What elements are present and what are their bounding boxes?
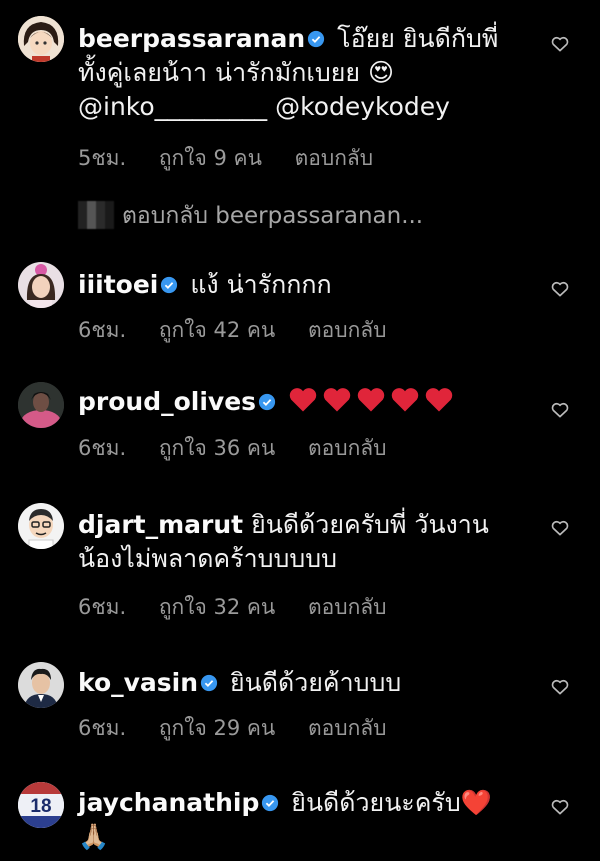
comment-time: 6ชม. [78, 318, 127, 342]
like-heart-icon[interactable] [550, 797, 570, 817]
view-replies-link[interactable]: ตอบกลับ beerpassaranan... [78, 198, 423, 234]
like-heart-icon[interactable] [550, 518, 570, 538]
comment-body: แง้ น่ารักกกก [190, 270, 332, 299]
reply-button[interactable]: ตอบกลับ [308, 436, 387, 460]
likes-count[interactable]: ถูกใจ 9 คน [159, 146, 262, 170]
like-heart-icon[interactable] [550, 34, 570, 54]
comment-mentions[interactable]: @inko_________ @kodeykodey [78, 92, 450, 121]
likes-count[interactable]: ถูกใจ 42 คน [159, 318, 275, 342]
red-heart-icon [289, 388, 317, 412]
avatar[interactable] [18, 662, 64, 708]
like-heart-icon[interactable] [550, 677, 570, 697]
comment-body: ยินดีด้วยค้าบบบ [230, 668, 402, 697]
red-heart-icon [391, 388, 419, 412]
likes-count[interactable]: ถูกใจ 29 คน [159, 716, 275, 740]
comment-body: ยินดีด้วยนะครับ❤️ [291, 788, 492, 817]
comment-text: beerpassaranan โอ๊ยย ยินดีกับพี่ ทั้งคู่… [78, 22, 536, 124]
blurred-avatar [78, 201, 114, 229]
anime-girl-avatar-icon [18, 16, 64, 62]
avatar[interactable] [18, 16, 64, 62]
comment-meta: 6ชม. ถูกใจ 42 คน ตอบกลับ [78, 314, 412, 347]
comment-time: 6ชม. [78, 436, 127, 460]
woman-pink-avatar-icon [18, 382, 64, 428]
avatar[interactable] [18, 503, 64, 549]
reply-button[interactable]: ตอบกลับ [308, 595, 387, 619]
username[interactable]: proud_olives [78, 387, 256, 416]
username[interactable]: ko_vasin [78, 668, 198, 697]
username[interactable]: jaychanathip [78, 788, 259, 817]
red-heart-icon [323, 388, 351, 412]
jersey-18-avatar-icon: 18 [18, 782, 64, 828]
red-heart-icon [357, 388, 385, 412]
man-avatar-icon [18, 662, 64, 708]
comment-time: 5ชม. [78, 146, 127, 170]
verified-badge-icon [200, 674, 218, 692]
comment-time: 6ชม. [78, 595, 127, 619]
comment-meta: 6ชม. ถูกใจ 36 คน ตอบกลับ [78, 432, 412, 465]
avatar[interactable] [18, 382, 64, 428]
comment-body-line2: ทั้งคู่เลยน้าา น่ารักมักเบยย 😍 [78, 58, 395, 87]
avatar[interactable]: 18 [18, 782, 64, 828]
verified-badge-icon [262, 794, 279, 812]
comment-text: ko_vasin ยินดีด้วยค้าบบบ [78, 666, 536, 700]
reply-button[interactable]: ตอบกลับ [308, 716, 387, 740]
red-heart-icon [425, 388, 453, 412]
cartoon-man-avatar-icon [18, 503, 64, 549]
comment-body-line2: น้องไม่พลาดคร้าบบบบบ [78, 544, 337, 573]
comment-meta: 6ชม. ถูกใจ 32 คน ตอบกลับ [78, 591, 412, 624]
verified-badge-icon [308, 30, 325, 48]
likes-count[interactable]: ถูกใจ 36 คน [159, 436, 275, 460]
woman-avatar-icon [18, 262, 64, 308]
jersey-number: 18 [30, 796, 51, 817]
comment-body-line2: 🙏🏼 [78, 822, 110, 851]
comment-meta: 5ชม. ถูกใจ 9 คน ตอบกลับ [78, 142, 399, 175]
comment-text: jaychanathip ยินดีด้วยนะครับ❤️ 🙏🏼 [78, 786, 536, 854]
comment-text: iiitoei แง้ น่ารักกกก [78, 268, 536, 302]
username[interactable]: djart_marut [78, 510, 243, 539]
comment-meta: 6ชม. ถูกใจ 29 คน ตอบกลับ [78, 712, 412, 745]
username[interactable]: iiitoei [78, 270, 158, 299]
comment-text: proud_olives [78, 385, 536, 419]
like-heart-icon[interactable] [550, 279, 570, 299]
username[interactable]: beerpassaranan [78, 24, 305, 53]
comment-text: djart_marut ยินดีด้วยครับพี่ วันงาน น้อง… [78, 508, 536, 576]
like-heart-icon[interactable] [550, 400, 570, 420]
reply-button[interactable]: ตอบกลับ [295, 146, 374, 170]
verified-badge-icon [161, 276, 178, 294]
reply-button[interactable]: ตอบกลับ [308, 318, 387, 342]
heart-emojis [288, 387, 458, 416]
comment-time: 6ชม. [78, 716, 127, 740]
likes-count[interactable]: ถูกใจ 32 คน [159, 595, 275, 619]
comment-body: ยินดีด้วยครับพี่ วันงาน [251, 510, 489, 539]
verified-badge-icon [258, 393, 276, 411]
view-replies-label: ตอบกลับ beerpassaranan... [122, 203, 424, 229]
avatar[interactable] [18, 262, 64, 308]
comment-body: โอ๊ยย ยินดีกับพี่ [337, 24, 499, 53]
